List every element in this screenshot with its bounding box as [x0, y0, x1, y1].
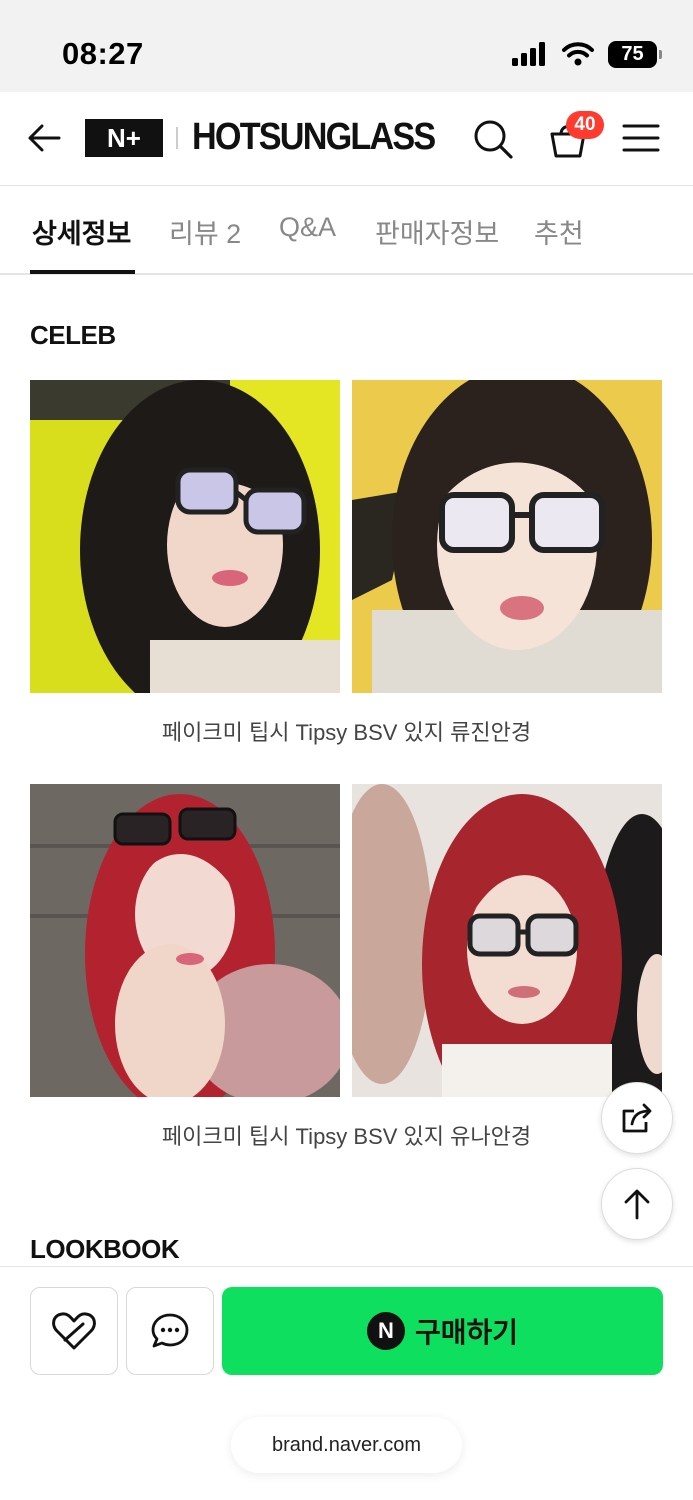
celeb-caption-yuna: 페이크미 팁시 Tipsy BSV 있지 유나안경	[161, 1124, 532, 1149]
chat-bubble-icon	[151, 1313, 189, 1348]
brand-name[interactable]: HOTSUNGLASS	[192, 116, 436, 159]
bottom-purchase-bar: N 구매하기 brand.naver.com	[0, 1266, 693, 1500]
buy-button-label: 구매하기	[414, 1317, 519, 1348]
status-icons: 75	[512, 40, 662, 68]
section-title-lookbook: LOOKBOOK	[30, 1234, 180, 1264]
celeb-photo-yuna-1[interactable]	[30, 784, 340, 1097]
url-bar[interactable]: brand.naver.com	[231, 1417, 462, 1473]
tab-bar: 상세정보 리뷰 2 Q&A 판매자정보 추천	[0, 186, 693, 275]
naver-plus-logo[interactable]: N+	[85, 119, 163, 157]
heart-icon	[52, 1312, 96, 1350]
battery-indicator: 75	[608, 40, 662, 68]
celeb-photo-ryujin-1[interactable]	[30, 380, 340, 693]
celeb-caption-ryujin: 페이크미 팁시 Tipsy BSV 있지 류진안경	[161, 720, 532, 745]
status-time: 08:27	[62, 36, 144, 71]
scroll-top-button[interactable]	[601, 1168, 673, 1240]
hamburger-menu-icon	[622, 124, 660, 152]
arrow-up-icon	[624, 1189, 650, 1220]
tab-seller-info[interactable]: 판매자정보	[375, 212, 499, 251]
logo-divider	[176, 127, 178, 149]
tab-reviews[interactable]: 리뷰 2	[169, 212, 241, 251]
naver-pay-icon: N	[366, 1312, 405, 1350]
chat-button[interactable]	[126, 1287, 214, 1375]
wifi-icon	[562, 42, 594, 66]
signal-icon	[512, 42, 545, 66]
menu-button[interactable]	[622, 122, 660, 154]
active-tab-underline	[30, 270, 135, 274]
share-icon	[622, 1103, 652, 1133]
celeb-photo-yuna-2[interactable]	[352, 784, 662, 1097]
wishlist-button[interactable]	[30, 1287, 118, 1375]
search-button[interactable]	[472, 118, 514, 160]
header: N+ HOTSUNGLASS	[0, 92, 693, 186]
tab-recommend[interactable]: 추천	[534, 212, 584, 251]
cart-count-badge: 40	[566, 111, 604, 139]
celeb-photo-ryujin-2[interactable]	[352, 380, 662, 693]
buy-button[interactable]: N 구매하기	[222, 1287, 663, 1375]
tab-qna[interactable]: Q&A	[279, 212, 336, 243]
nplus-logo-text: N+	[107, 123, 141, 153]
back-button[interactable]	[24, 118, 64, 158]
status-bar: 08:27 75	[0, 0, 693, 92]
search-icon	[474, 120, 513, 159]
share-button[interactable]	[601, 1082, 673, 1154]
tab-details[interactable]: 상세정보	[32, 212, 131, 251]
back-arrow-icon	[28, 124, 61, 152]
section-title-celeb: CELEB	[30, 320, 116, 350]
